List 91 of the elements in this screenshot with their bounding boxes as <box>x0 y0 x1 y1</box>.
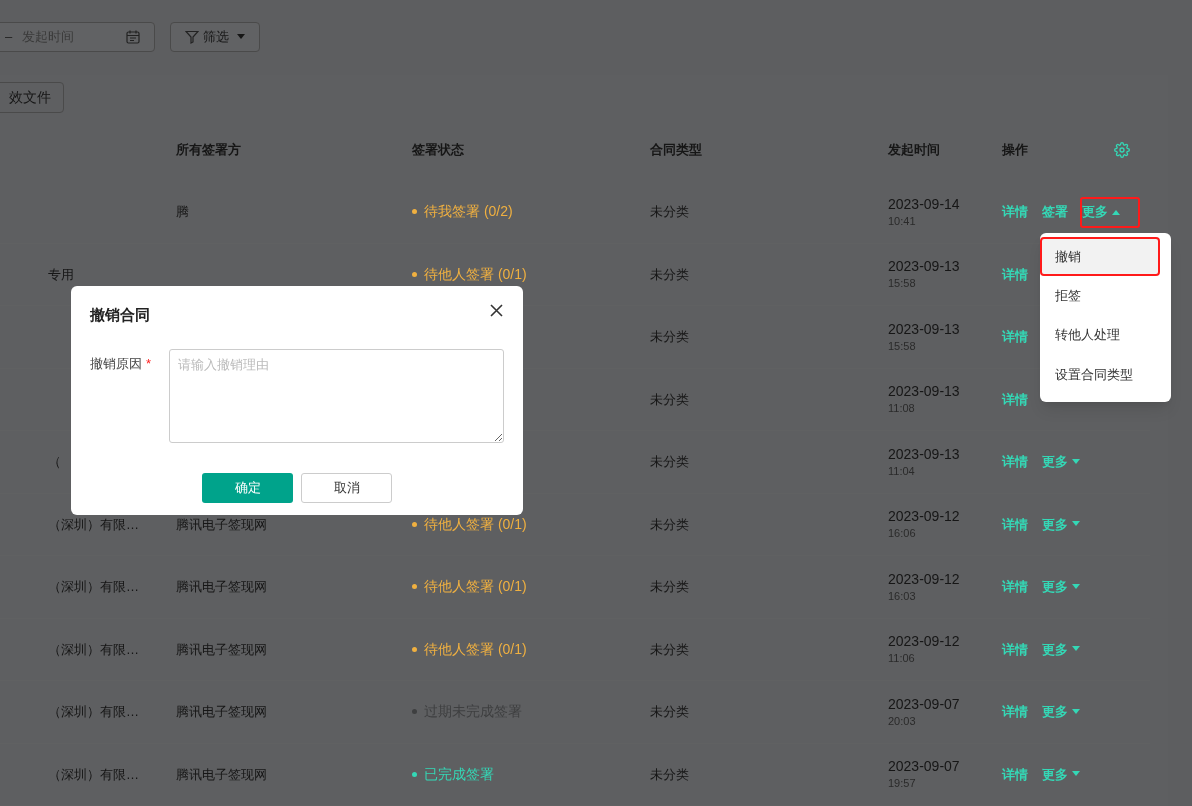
table-cell-text: （深圳）有限… <box>48 765 139 784</box>
table-cell-text: 未分类 <box>650 203 689 221</box>
date-text: 2023-09-12 <box>888 569 961 588</box>
confirm-button[interactable]: 确定 <box>202 472 293 503</box>
calendar-icon <box>126 29 140 44</box>
more-button[interactable]: 更多 <box>1042 514 1080 534</box>
menu-item[interactable]: 转他人处理 <box>1048 317 1163 353</box>
date-text: 2023-09-07 <box>888 694 961 713</box>
action-link[interactable]: 详情 <box>1002 389 1028 409</box>
table-cell-text: 腾讯电子签现网 <box>176 640 267 659</box>
status-text: 待我签署 (0/2) <box>424 202 513 222</box>
action-link[interactable]: 详情 <box>1002 577 1028 597</box>
table-cell-text: 未分类 <box>650 328 689 346</box>
more-button[interactable]: 更多 <box>1042 702 1080 722</box>
date-text: 2023-09-13 <box>888 444 961 463</box>
action-link[interactable]: 详情 <box>1002 264 1028 284</box>
caret-icon <box>1112 208 1120 215</box>
time-text: 11:06 <box>888 651 916 667</box>
table-cell-text: 腾讯电子签现网 <box>176 703 267 721</box>
reason-field[interactable]: 请输入撤销理由 <box>168 348 504 443</box>
table-cell-text: 专用 <box>48 265 74 284</box>
status-text: 待他人签署 (0/1) <box>424 264 527 284</box>
date-text: 2023-09-14 <box>888 194 961 213</box>
time-text: 11:04 <box>888 463 916 479</box>
table-cell-text: 未分类 <box>650 578 689 596</box>
column-header: 发起时间 <box>888 140 940 159</box>
action-link[interactable]: 详情 <box>1002 452 1028 472</box>
invalid-files-button[interactable]: 效文件 <box>0 82 64 113</box>
more-button[interactable]: 更多 <box>1042 639 1080 659</box>
table-cell-text: 腾 <box>176 203 189 221</box>
table-cell-text: （ <box>48 453 61 471</box>
date-text: 2023-09-13 <box>888 382 961 401</box>
date-text: 2023-09-12 <box>888 507 961 526</box>
table-cell-text: 腾讯电子签现网 <box>176 578 267 596</box>
table-cell-text: 未分类 <box>650 453 689 471</box>
more-button[interactable]: 更多 <box>1042 577 1080 597</box>
table-cell-text: （深圳）有限… <box>48 578 139 596</box>
table-cell-text: 未分类 <box>650 515 689 534</box>
table-cell-text: （深圳）有限… <box>48 515 139 534</box>
action-link[interactable]: 详情 <box>1002 202 1028 222</box>
highlight-frame <box>1080 197 1140 228</box>
caret-icon <box>1072 646 1080 653</box>
status-text: 已完成签署 <box>424 764 494 784</box>
required-mark: * <box>146 354 152 373</box>
filter-button[interactable]: 筛选 <box>170 21 260 52</box>
action-link[interactable]: 详情 <box>1002 514 1028 534</box>
action-link[interactable]: 详情 <box>1002 764 1028 784</box>
close-icon[interactable] <box>490 303 503 317</box>
more-button[interactable]: 更多 <box>1042 764 1080 784</box>
caret-icon <box>1072 708 1080 715</box>
action-link[interactable]: 签署 <box>1042 202 1068 222</box>
table-cell-text: 未分类 <box>650 390 689 409</box>
status-text: 待他人签署 (0/1) <box>424 639 527 659</box>
column-header: 签署状态 <box>412 140 464 159</box>
action-link[interactable]: 详情 <box>1002 327 1028 347</box>
caret-icon <box>237 33 245 40</box>
column-header: 所有签署方 <box>176 140 241 159</box>
menu-item[interactable]: 撤销 <box>1042 239 1158 275</box>
dialog-title: 撤销合同 <box>90 305 150 325</box>
field-label: 撤销原因 <box>90 354 142 373</box>
settings-icon[interactable] <box>1114 141 1130 158</box>
caret-icon <box>1072 521 1080 528</box>
status-text: 待他人签署 (0/1) <box>424 514 527 534</box>
column-header: 操作 <box>1002 140 1028 159</box>
table-cell-text: 腾讯电子签现网 <box>176 765 267 784</box>
column-header: 合同类型 <box>650 140 702 159</box>
action-link[interactable]: 详情 <box>1002 639 1028 659</box>
date-text: 2023-09-13 <box>888 257 961 276</box>
date-text: 2023-09-12 <box>888 632 961 651</box>
more-button[interactable]: 更多 <box>1082 202 1120 222</box>
status-text: 待他人签署 (0/1) <box>424 577 527 597</box>
cancel-button[interactable]: 取消 <box>301 472 392 503</box>
time-text: 11:08 <box>888 401 916 417</box>
action-link[interactable]: 详情 <box>1002 702 1028 722</box>
table-cell-text: 未分类 <box>650 265 689 284</box>
date-text: 2023-09-07 <box>888 757 961 776</box>
table-cell-text: （深圳）有限… <box>48 703 139 721</box>
table-cell-text: 腾讯电子签现网 <box>176 515 267 534</box>
caret-icon <box>1072 771 1080 778</box>
table-cell-text: 未分类 <box>650 703 689 721</box>
table-cell-text: 未分类 <box>650 765 689 784</box>
range-separator: – <box>5 27 13 46</box>
filter-icon <box>185 29 199 44</box>
caret-icon <box>1072 458 1080 465</box>
menu-item[interactable]: 拒签 <box>1048 278 1163 314</box>
date-text: 2023-09-13 <box>888 319 961 338</box>
table-cell-text: （深圳）有限… <box>48 640 139 659</box>
more-button[interactable]: 更多 <box>1042 452 1080 472</box>
table-cell-text: 未分类 <box>650 640 689 659</box>
menu-item[interactable]: 设置合同类型 <box>1048 356 1163 392</box>
caret-icon <box>1072 583 1080 590</box>
